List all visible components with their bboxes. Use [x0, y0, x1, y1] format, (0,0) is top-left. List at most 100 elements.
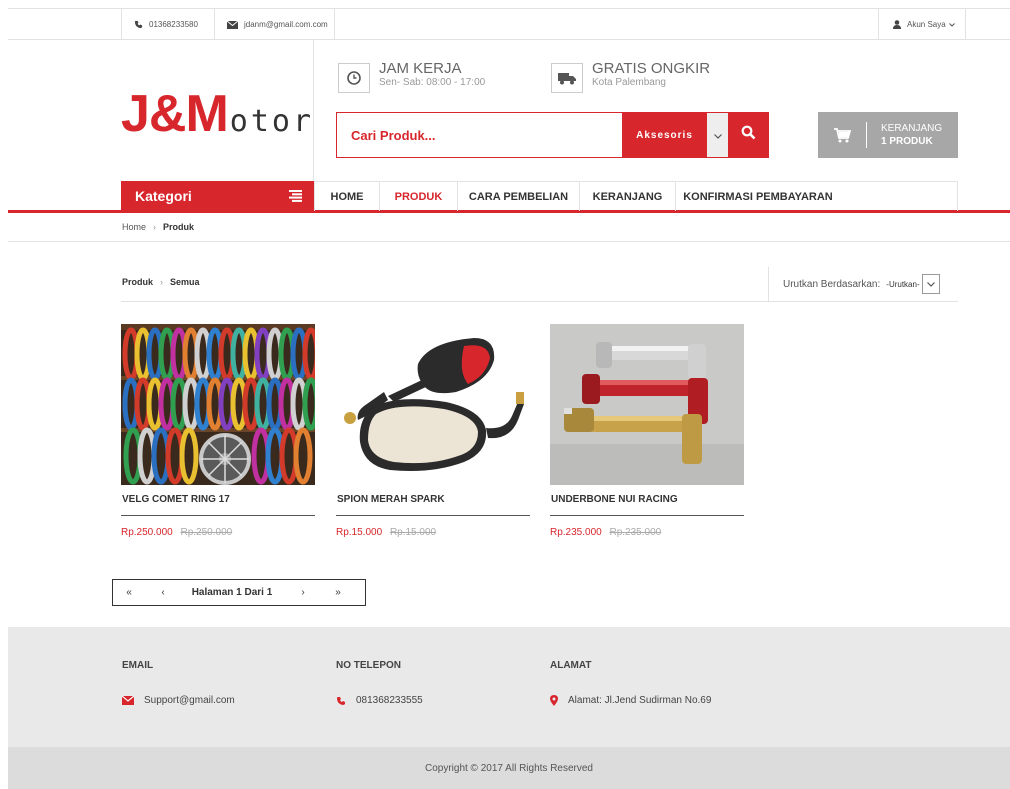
search-category-select[interactable]: Aksesoris — [622, 113, 707, 157]
search-icon — [741, 125, 756, 145]
account-menu[interactable] — [334, 9, 335, 40]
cart-count: 1 PRODUK — [881, 136, 933, 147]
site-logo[interactable]: J&M otor — [121, 80, 314, 140]
pager-last-button[interactable]: » — [323, 587, 353, 598]
product-card[interactable]: SPION MERAH SPARK Rp.15.000 Rp.15.000 — [336, 324, 530, 538]
category-dropdown-button[interactable] — [707, 113, 728, 157]
footer-phone: NO TELEPON 081368233555 — [336, 660, 423, 706]
sort-control: Urutkan Berdasarkan: -Urutkan- — [768, 267, 958, 301]
logo-mark: J&M — [121, 85, 229, 143]
free-shipping: GRATIS ONGKIR Kota Palembang — [551, 60, 710, 93]
category-menu-button[interactable]: Kategori — [121, 181, 314, 211]
product-name[interactable]: SPION MERAH SPARK — [336, 494, 530, 516]
topbar-email: jdanm@gmail.com.com — [214, 9, 334, 40]
product-name[interactable]: VELG COMET RING 17 — [121, 494, 315, 516]
cart-text: KERANJANG 1 PRODUK — [881, 122, 942, 148]
copyright-bar: Copyright © 2017 All Rights Reserved — [8, 747, 1010, 789]
product-name[interactable]: UNDERBONE NUI RACING — [550, 494, 744, 516]
product-image-underbone[interactable] — [550, 324, 744, 485]
truck-icon — [551, 63, 583, 93]
main-nav: HOME PRODUK CARA PEMBELIAN KERANJANG KON… — [314, 181, 958, 211]
footer-email-value[interactable]: Support@gmail.com — [144, 695, 235, 706]
product-card[interactable]: VELG COMET RING 17 Rp.250.000 Rp.250.000 — [121, 324, 315, 538]
envelope-icon — [122, 696, 134, 705]
pagination: « ‹ Halaman 1 Dari 1 › » — [112, 579, 366, 606]
cart-title: KERANJANG — [881, 123, 943, 134]
listing-breadcrumb-current: Semua — [170, 277, 200, 287]
listing-divider — [121, 301, 958, 302]
chevron-down-icon — [926, 279, 935, 290]
footer-email: EMAIL Support@gmail.com — [122, 660, 235, 706]
product-old-price: Rp.15.000 — [389, 527, 437, 538]
footer-address: ALAMAT Alamat: Jl.Jend Sudirman No.69 — [550, 660, 711, 706]
listing-breadcrumb-root[interactable]: Produk — [122, 277, 153, 287]
phone-icon — [336, 696, 346, 706]
cart-icon — [818, 127, 866, 143]
search-input[interactable]: Cari Produk... — [337, 113, 622, 157]
nav-konfirmasi-pembayaran[interactable]: KONFIRMASI PEMBAYARAN — [676, 182, 840, 211]
breadcrumb-current: Produk — [163, 222, 195, 232]
footer-email-heading: EMAIL — [122, 660, 154, 671]
search-button[interactable] — [728, 113, 768, 157]
copyright-text: Copyright © 2017 All Rights Reserved — [424, 762, 593, 774]
chevron-down-icon — [948, 20, 955, 29]
pager-label: Halaman 1 Dari 1 — [191, 587, 273, 598]
nav-keranjang[interactable]: KERANJANG — [580, 182, 676, 211]
footer-phone-row: 081368233555 — [336, 695, 423, 706]
phone-icon — [134, 20, 143, 29]
footer-phone-heading: NO TELEPON — [336, 660, 402, 671]
footer-email-row: Support@gmail.com — [122, 695, 235, 706]
product-price: Rp.235.000 Rp.235.000 — [550, 527, 744, 538]
product-old-price: Rp.250.000 — [180, 527, 233, 538]
footer-address-value: Alamat: Jl.Jend Sudirman No.69 — [568, 695, 712, 706]
footer-address-heading: ALAMAT — [550, 660, 592, 671]
breadcrumb-separator: › — [153, 222, 157, 232]
nav-cara-pembelian[interactable]: CARA PEMBELIAN — [458, 182, 580, 211]
pager-first-button[interactable]: « — [113, 587, 145, 598]
account-label: Akun Saya — [907, 20, 946, 29]
free-shipping-title: GRATIS ONGKIR — [592, 60, 711, 77]
category-menu-label: Kategori — [135, 188, 192, 204]
product-image-spion[interactable] — [336, 324, 530, 485]
free-shipping-subtitle: Kota Palembang — [592, 77, 666, 88]
map-marker-icon — [550, 695, 558, 706]
footer-phone-value: 081368233555 — [356, 695, 423, 706]
product-card[interactable]: UNDERBONE NUI RACING Rp.235.000 Rp.235.0… — [550, 324, 744, 538]
breadcrumb-divider — [8, 241, 1010, 242]
pager-next-button[interactable]: › — [283, 587, 323, 598]
breadcrumb: Home › Produk — [122, 222, 194, 232]
top-bar: 01368233580 jdanm@gmail.com.com Akun Say… — [8, 8, 1010, 40]
product-current-price: Rp.235.000 — [550, 527, 602, 538]
user-icon — [893, 20, 901, 29]
cart-separator — [866, 122, 867, 148]
working-hours-title: JAM KERJA — [379, 60, 462, 77]
chevron-down-icon — [713, 126, 722, 144]
logo-text: otor — [229, 104, 315, 139]
sort-label: Urutkan Berdasarkan: — [783, 278, 881, 290]
nav-produk[interactable]: PRODUK — [380, 182, 458, 211]
topbar-email-text: jdanm@gmail.com.com — [244, 20, 328, 29]
search-bar: Cari Produk... Aksesoris — [336, 112, 769, 158]
clock-icon — [338, 63, 370, 93]
sort-select[interactable]: -Urutkan- — [886, 280, 919, 289]
working-hours: JAM KERJA Sen- Sab: 08:00 - 17:00 — [338, 60, 485, 93]
footer: EMAIL Support@gmail.com NO TELEPON 08136… — [8, 627, 1010, 747]
product-current-price: Rp.250.000 — [121, 527, 173, 538]
footer-address-row: Alamat: Jl.Jend Sudirman No.69 — [550, 695, 711, 706]
product-price: Rp.15.000 Rp.15.000 — [336, 527, 530, 538]
working-hours-subtitle: Sen- Sab: 08:00 - 17:00 — [379, 77, 486, 88]
sort-dropdown-button[interactable] — [921, 274, 940, 294]
nav-home[interactable]: HOME — [315, 182, 380, 211]
list-menu-icon — [289, 189, 302, 205]
topbar-phone: 01368233580 — [121, 9, 214, 40]
pager-prev-button[interactable]: ‹ — [145, 587, 181, 598]
product-price: Rp.250.000 Rp.250.000 — [121, 527, 315, 538]
cart-button[interactable]: KERANJANG 1 PRODUK — [818, 112, 958, 158]
listing-breadcrumb-separator: › — [160, 277, 164, 287]
product-current-price: Rp.15.000 — [336, 527, 383, 538]
topbar-phone-text: 01368233580 — [149, 20, 198, 29]
breadcrumb-home[interactable]: Home — [122, 222, 146, 232]
account-menu-button[interactable]: Akun Saya — [878, 9, 966, 40]
product-image-velg[interactable] — [121, 324, 315, 485]
envelope-icon — [227, 20, 238, 29]
